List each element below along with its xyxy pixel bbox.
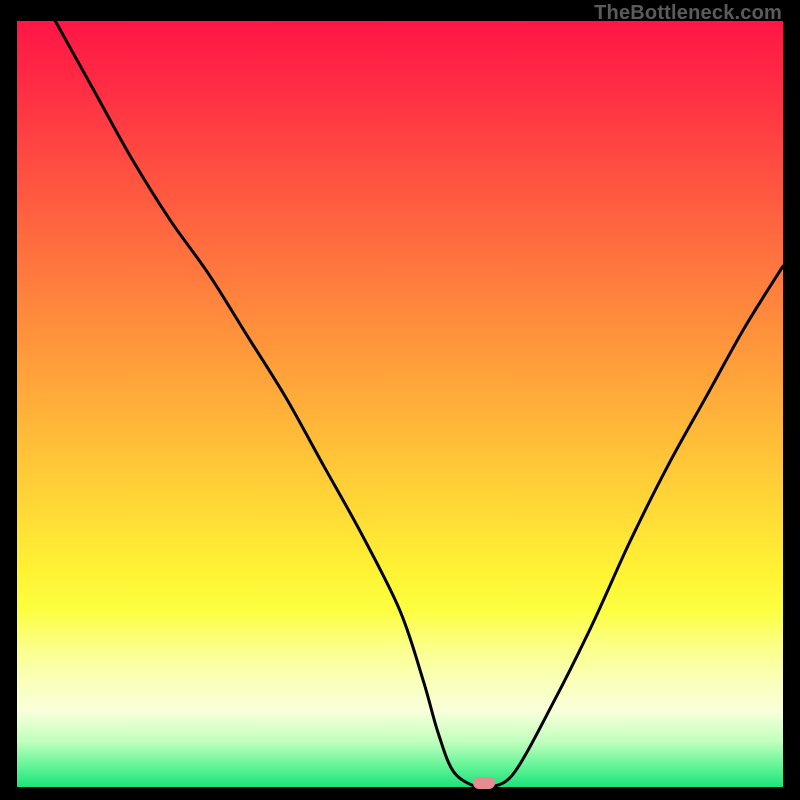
curve-svg bbox=[17, 21, 783, 787]
optimal-marker bbox=[473, 777, 495, 789]
plot-area bbox=[17, 21, 783, 787]
bottleneck-curve bbox=[55, 21, 783, 789]
chart-frame: TheBottleneck.com bbox=[0, 0, 800, 800]
